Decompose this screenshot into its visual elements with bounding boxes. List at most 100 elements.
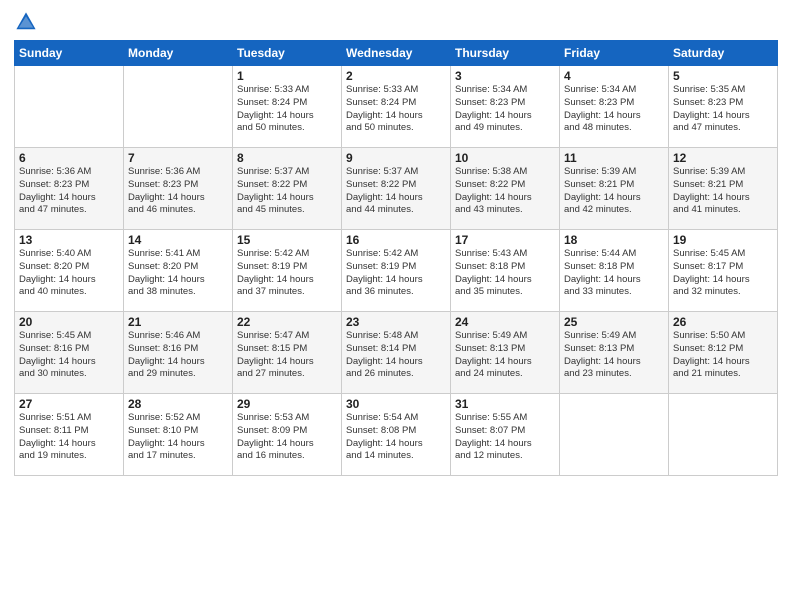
day-cell-18: 18Sunrise: 5:44 AM Sunset: 8:18 PM Dayli… [560, 230, 669, 312]
week-row-4: 20Sunrise: 5:45 AM Sunset: 8:16 PM Dayli… [15, 312, 778, 394]
weekday-header-row: SundayMondayTuesdayWednesdayThursdayFrid… [15, 41, 778, 66]
day-info: Sunrise: 5:55 AM Sunset: 8:07 PM Dayligh… [455, 412, 555, 463]
day-cell-7: 7Sunrise: 5:36 AM Sunset: 8:23 PM Daylig… [124, 148, 233, 230]
day-cell-12: 12Sunrise: 5:39 AM Sunset: 8:21 PM Dayli… [669, 148, 778, 230]
day-cell-3: 3Sunrise: 5:34 AM Sunset: 8:23 PM Daylig… [451, 66, 560, 148]
day-cell-13: 13Sunrise: 5:40 AM Sunset: 8:20 PM Dayli… [15, 230, 124, 312]
day-cell-29: 29Sunrise: 5:53 AM Sunset: 8:09 PM Dayli… [233, 394, 342, 476]
week-row-1: 1Sunrise: 5:33 AM Sunset: 8:24 PM Daylig… [15, 66, 778, 148]
day-number: 9 [346, 151, 446, 165]
logo [14, 10, 42, 34]
day-cell-10: 10Sunrise: 5:38 AM Sunset: 8:22 PM Dayli… [451, 148, 560, 230]
day-number: 7 [128, 151, 228, 165]
day-info: Sunrise: 5:45 AM Sunset: 8:16 PM Dayligh… [19, 330, 119, 381]
day-info: Sunrise: 5:40 AM Sunset: 8:20 PM Dayligh… [19, 248, 119, 299]
empty-cell [124, 66, 233, 148]
day-cell-20: 20Sunrise: 5:45 AM Sunset: 8:16 PM Dayli… [15, 312, 124, 394]
day-number: 8 [237, 151, 337, 165]
day-info: Sunrise: 5:47 AM Sunset: 8:15 PM Dayligh… [237, 330, 337, 381]
day-info: Sunrise: 5:39 AM Sunset: 8:21 PM Dayligh… [564, 166, 664, 217]
day-info: Sunrise: 5:50 AM Sunset: 8:12 PM Dayligh… [673, 330, 773, 381]
day-cell-30: 30Sunrise: 5:54 AM Sunset: 8:08 PM Dayli… [342, 394, 451, 476]
week-row-5: 27Sunrise: 5:51 AM Sunset: 8:11 PM Dayli… [15, 394, 778, 476]
weekday-header-saturday: Saturday [669, 41, 778, 66]
day-info: Sunrise: 5:37 AM Sunset: 8:22 PM Dayligh… [346, 166, 446, 217]
day-info: Sunrise: 5:45 AM Sunset: 8:17 PM Dayligh… [673, 248, 773, 299]
day-info: Sunrise: 5:36 AM Sunset: 8:23 PM Dayligh… [128, 166, 228, 217]
day-number: 5 [673, 69, 773, 83]
day-info: Sunrise: 5:39 AM Sunset: 8:21 PM Dayligh… [673, 166, 773, 217]
day-cell-22: 22Sunrise: 5:47 AM Sunset: 8:15 PM Dayli… [233, 312, 342, 394]
day-number: 15 [237, 233, 337, 247]
week-row-3: 13Sunrise: 5:40 AM Sunset: 8:20 PM Dayli… [15, 230, 778, 312]
day-cell-31: 31Sunrise: 5:55 AM Sunset: 8:07 PM Dayli… [451, 394, 560, 476]
day-info: Sunrise: 5:38 AM Sunset: 8:22 PM Dayligh… [455, 166, 555, 217]
day-number: 2 [346, 69, 446, 83]
logo-icon [14, 10, 38, 34]
day-info: Sunrise: 5:54 AM Sunset: 8:08 PM Dayligh… [346, 412, 446, 463]
day-info: Sunrise: 5:44 AM Sunset: 8:18 PM Dayligh… [564, 248, 664, 299]
day-info: Sunrise: 5:37 AM Sunset: 8:22 PM Dayligh… [237, 166, 337, 217]
weekday-header-monday: Monday [124, 41, 233, 66]
day-number: 16 [346, 233, 446, 247]
day-number: 12 [673, 151, 773, 165]
day-info: Sunrise: 5:41 AM Sunset: 8:20 PM Dayligh… [128, 248, 228, 299]
day-cell-11: 11Sunrise: 5:39 AM Sunset: 8:21 PM Dayli… [560, 148, 669, 230]
day-cell-16: 16Sunrise: 5:42 AM Sunset: 8:19 PM Dayli… [342, 230, 451, 312]
day-info: Sunrise: 5:33 AM Sunset: 8:24 PM Dayligh… [346, 84, 446, 135]
day-info: Sunrise: 5:35 AM Sunset: 8:23 PM Dayligh… [673, 84, 773, 135]
day-number: 25 [564, 315, 664, 329]
week-row-2: 6Sunrise: 5:36 AM Sunset: 8:23 PM Daylig… [15, 148, 778, 230]
day-number: 20 [19, 315, 119, 329]
day-info: Sunrise: 5:34 AM Sunset: 8:23 PM Dayligh… [564, 84, 664, 135]
day-number: 28 [128, 397, 228, 411]
day-number: 11 [564, 151, 664, 165]
day-cell-5: 5Sunrise: 5:35 AM Sunset: 8:23 PM Daylig… [669, 66, 778, 148]
day-info: Sunrise: 5:51 AM Sunset: 8:11 PM Dayligh… [19, 412, 119, 463]
day-info: Sunrise: 5:33 AM Sunset: 8:24 PM Dayligh… [237, 84, 337, 135]
day-number: 18 [564, 233, 664, 247]
day-number: 29 [237, 397, 337, 411]
day-info: Sunrise: 5:48 AM Sunset: 8:14 PM Dayligh… [346, 330, 446, 381]
day-number: 19 [673, 233, 773, 247]
day-number: 6 [19, 151, 119, 165]
day-cell-9: 9Sunrise: 5:37 AM Sunset: 8:22 PM Daylig… [342, 148, 451, 230]
day-number: 17 [455, 233, 555, 247]
day-cell-15: 15Sunrise: 5:42 AM Sunset: 8:19 PM Dayli… [233, 230, 342, 312]
day-cell-4: 4Sunrise: 5:34 AM Sunset: 8:23 PM Daylig… [560, 66, 669, 148]
weekday-header-wednesday: Wednesday [342, 41, 451, 66]
day-number: 30 [346, 397, 446, 411]
day-number: 26 [673, 315, 773, 329]
day-cell-2: 2Sunrise: 5:33 AM Sunset: 8:24 PM Daylig… [342, 66, 451, 148]
day-info: Sunrise: 5:42 AM Sunset: 8:19 PM Dayligh… [237, 248, 337, 299]
weekday-header-thursday: Thursday [451, 41, 560, 66]
day-number: 10 [455, 151, 555, 165]
day-info: Sunrise: 5:36 AM Sunset: 8:23 PM Dayligh… [19, 166, 119, 217]
day-number: 21 [128, 315, 228, 329]
day-number: 13 [19, 233, 119, 247]
day-number: 31 [455, 397, 555, 411]
day-cell-24: 24Sunrise: 5:49 AM Sunset: 8:13 PM Dayli… [451, 312, 560, 394]
day-cell-28: 28Sunrise: 5:52 AM Sunset: 8:10 PM Dayli… [124, 394, 233, 476]
day-cell-6: 6Sunrise: 5:36 AM Sunset: 8:23 PM Daylig… [15, 148, 124, 230]
day-number: 3 [455, 69, 555, 83]
day-cell-8: 8Sunrise: 5:37 AM Sunset: 8:22 PM Daylig… [233, 148, 342, 230]
day-info: Sunrise: 5:52 AM Sunset: 8:10 PM Dayligh… [128, 412, 228, 463]
day-cell-1: 1Sunrise: 5:33 AM Sunset: 8:24 PM Daylig… [233, 66, 342, 148]
day-info: Sunrise: 5:42 AM Sunset: 8:19 PM Dayligh… [346, 248, 446, 299]
day-cell-23: 23Sunrise: 5:48 AM Sunset: 8:14 PM Dayli… [342, 312, 451, 394]
day-info: Sunrise: 5:53 AM Sunset: 8:09 PM Dayligh… [237, 412, 337, 463]
day-cell-25: 25Sunrise: 5:49 AM Sunset: 8:13 PM Dayli… [560, 312, 669, 394]
day-info: Sunrise: 5:49 AM Sunset: 8:13 PM Dayligh… [564, 330, 664, 381]
day-cell-17: 17Sunrise: 5:43 AM Sunset: 8:18 PM Dayli… [451, 230, 560, 312]
day-cell-19: 19Sunrise: 5:45 AM Sunset: 8:17 PM Dayli… [669, 230, 778, 312]
day-info: Sunrise: 5:46 AM Sunset: 8:16 PM Dayligh… [128, 330, 228, 381]
empty-cell [15, 66, 124, 148]
day-info: Sunrise: 5:34 AM Sunset: 8:23 PM Dayligh… [455, 84, 555, 135]
page: SundayMondayTuesdayWednesdayThursdayFrid… [0, 0, 792, 612]
day-number: 22 [237, 315, 337, 329]
day-number: 27 [19, 397, 119, 411]
day-cell-14: 14Sunrise: 5:41 AM Sunset: 8:20 PM Dayli… [124, 230, 233, 312]
day-info: Sunrise: 5:43 AM Sunset: 8:18 PM Dayligh… [455, 248, 555, 299]
day-number: 4 [564, 69, 664, 83]
